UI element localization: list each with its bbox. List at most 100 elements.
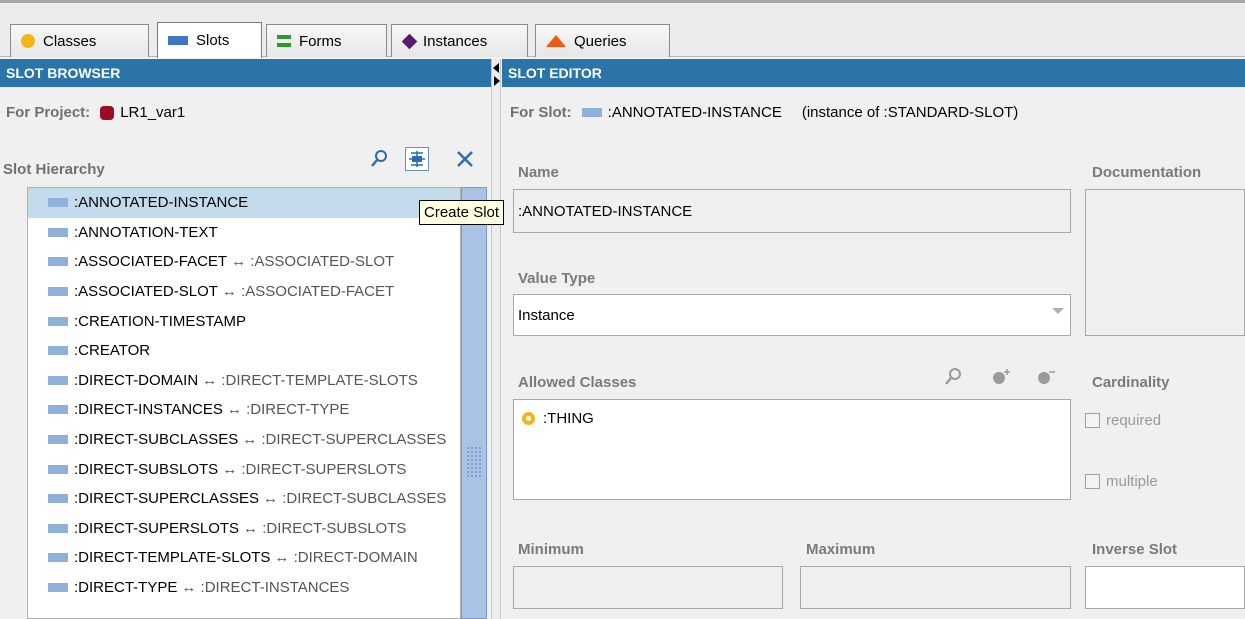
slot-icon [48, 346, 68, 356]
documentation-field[interactable] [1085, 189, 1245, 336]
tooltip-text: Create Slot [424, 204, 500, 221]
forms-icon [277, 35, 291, 47]
slot-name: :CREATION-TIMESTAMP [74, 312, 246, 330]
tree-row[interactable]: :ASSOCIATED-SLOT ↔ :ASSOCIATED-FACET [28, 277, 460, 307]
remove-class-icon[interactable] [1036, 367, 1058, 392]
delete-slot-icon[interactable] [453, 147, 477, 171]
panel-splitter[interactable] [491, 59, 501, 619]
tab-slots[interactable]: Slots [157, 22, 262, 58]
slot-name: :CREATOR [74, 342, 151, 360]
for-slot-label: For Slot: [510, 104, 572, 121]
for-slot-name: :ANNOTATED-INSTANCE [607, 104, 782, 121]
slot-icon [48, 287, 68, 297]
slot-icon [48, 523, 68, 533]
slot-icon [48, 257, 68, 267]
for-slot-row: For Slot: :ANNOTATED-INSTANCE (instance … [510, 104, 1018, 121]
checkbox-box[interactable] [1085, 474, 1100, 489]
slot-hierarchy-text: Slot Hierarchy [3, 161, 105, 178]
tree-row[interactable]: :DIRECT-DOMAIN ↔ :DIRECT-TEMPLATE-SLOTS [28, 366, 460, 396]
slot-name: :DIRECT-SUBSLOTS [74, 460, 219, 478]
maximum-field[interactable] [800, 566, 1071, 609]
slot-name: :DIRECT-TEMPLATE-SLOTS [74, 549, 271, 567]
window-top-edge [0, 0, 1245, 20]
tree-row[interactable]: :CREATION-TIMESTAMP [28, 306, 460, 336]
tree-row[interactable]: :DIRECT-TEMPLATE-SLOTS ↔ :DIRECT-DOMAIN [28, 543, 460, 573]
slot-icon [48, 435, 68, 445]
inverse-slot-label: Inverse Slot [1092, 541, 1178, 558]
slot-icon [48, 375, 68, 385]
inverse-name: ↔ :DIRECT-INSTANCES [181, 579, 350, 597]
inverse-name: ↔ :ASSOCIATED-FACET [221, 283, 395, 301]
slot-icon [581, 108, 602, 117]
inverse-slot-field[interactable] [1085, 566, 1245, 609]
tree-row[interactable]: :DIRECT-SUBCLASSES ↔ :DIRECT-SUPERCLASSES [28, 425, 460, 455]
tree-row[interactable]: :ASSOCIATED-FACET ↔ :ASSOCIATED-SLOT [28, 247, 460, 277]
slot-icon [48, 583, 68, 593]
slot-name: :DIRECT-TYPE [74, 579, 178, 597]
slot-editor-title: SLOT EDITOR [508, 65, 602, 81]
inverse-name: ↔ :DIRECT-TEMPLATE-SLOTS [202, 371, 418, 389]
project-label: For Project: [6, 104, 91, 121]
tree-row[interactable]: :DIRECT-SUPERSLOTS ↔ :DIRECT-SUBSLOTS [28, 514, 460, 544]
tree-row[interactable]: :DIRECT-SUBSLOTS ↔ :DIRECT-SUPERSLOTS [28, 454, 460, 484]
cardinality-label: Cardinality [1092, 374, 1170, 391]
class-name: :THING [543, 410, 594, 427]
slot-browser-title: SLOT BROWSER [6, 65, 121, 81]
tree-scrollbar[interactable] [461, 187, 487, 619]
tree-row[interactable]: :DIRECT-INSTANCES ↔ :DIRECT-TYPE [28, 395, 460, 425]
chevron-down-icon[interactable] [1052, 308, 1064, 314]
tab-classes[interactable]: Classes [10, 24, 149, 57]
create-slot-tooltip: Create Slot [419, 200, 505, 225]
tab-bar: Classes Slots Forms Instances Queries [0, 20, 1245, 58]
slot-icon [48, 553, 68, 563]
slot-name: :ANNOTATION-TEXT [74, 223, 218, 241]
tab-queries[interactable]: Queries [535, 24, 670, 57]
required-checkbox[interactable]: required [1085, 412, 1161, 429]
name-field[interactable]: :ANNOTATED-INSTANCE [513, 189, 1071, 233]
tab-label: Instances [423, 32, 488, 50]
slot-hierarchy-tree[interactable]: :ANNOTATED-INSTANCE :ANNOTATION-TEXT :AS… [27, 187, 461, 619]
tree-row[interactable]: :ANNOTATION-TEXT [28, 218, 460, 248]
checkbox-box[interactable] [1085, 413, 1100, 428]
collapse-right-icon[interactable] [494, 76, 500, 86]
tab-label: Slots [196, 32, 230, 49]
tree-row[interactable]: :ANNOTATED-INSTANCE [28, 188, 460, 218]
tree-row[interactable]: :CREATOR [28, 336, 460, 366]
slot-icon [48, 464, 68, 474]
tree-row[interactable]: :DIRECT-SUPERCLASSES ↔ :DIRECT-SUBCLASSES [28, 484, 460, 514]
for-slot-value: :ANNOTATED-INSTANCE (instance of :STANDA… [581, 104, 1018, 121]
slot-name: :DIRECT-SUPERCLASSES [74, 490, 260, 508]
slot-name: :ASSOCIATED-SLOT [74, 283, 218, 301]
tab-instances[interactable]: Instances [391, 24, 528, 57]
class-icon [522, 412, 535, 425]
allowed-classes-list[interactable]: :THING [513, 399, 1071, 500]
find-class-icon[interactable] [944, 367, 964, 392]
inverse-name: ↔ :DIRECT-SUPERCLASSES [242, 431, 447, 449]
tab-label: Forms [299, 32, 342, 50]
queries-icon [546, 35, 566, 47]
project-row: For Project: LR1_var1 [6, 104, 185, 121]
multiple-label: multiple [1106, 473, 1158, 490]
tree-row[interactable]: :DIRECT-TYPE ↔ :DIRECT-INSTANCES [28, 573, 460, 603]
tab-label: Classes [43, 32, 97, 50]
inverse-name: ↔ :DIRECT-SUBCLASSES [263, 490, 447, 508]
multiple-checkbox[interactable]: multiple [1085, 473, 1158, 490]
slot-name: :DIRECT-SUBCLASSES [74, 431, 239, 449]
value-type-value: Instance [518, 306, 575, 324]
add-class-icon[interactable] [991, 367, 1013, 392]
collapse-left-icon[interactable] [493, 63, 499, 73]
slot-icon [48, 494, 68, 504]
minimum-field[interactable] [513, 566, 783, 609]
value-type-select[interactable]: Instance [513, 294, 1071, 336]
tab-forms[interactable]: Forms [266, 24, 387, 57]
tab-label: Queries [574, 32, 627, 50]
find-slot-icon[interactable] [368, 147, 392, 171]
list-item[interactable]: :THING [522, 410, 594, 427]
minimum-label: Minimum [518, 541, 584, 558]
create-slot-icon[interactable] [405, 147, 429, 171]
maximum-label: Maximum [806, 541, 876, 558]
slot-name: :DIRECT-INSTANCES [74, 401, 223, 419]
slot-icon [48, 316, 68, 326]
scrollbar-grip[interactable] [466, 446, 482, 478]
slot-name: :DIRECT-DOMAIN [74, 371, 199, 389]
